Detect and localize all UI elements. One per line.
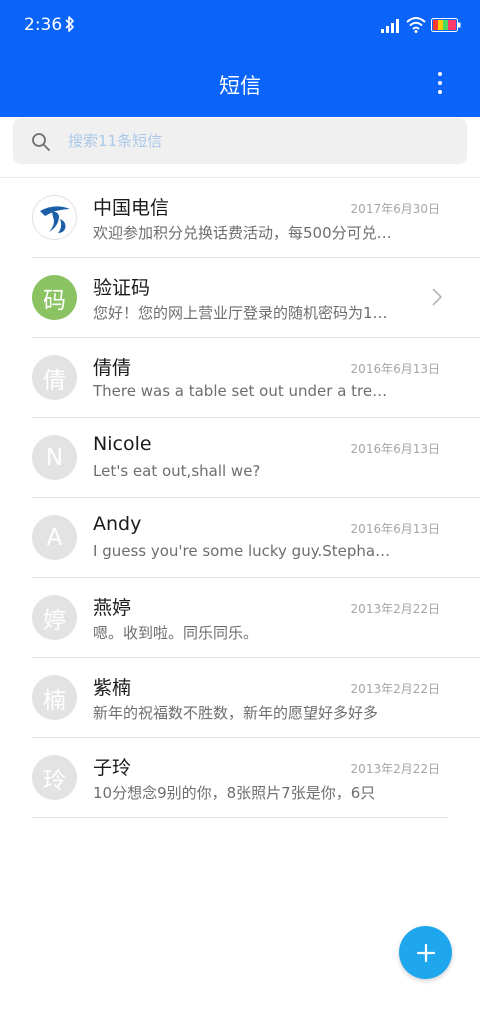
conversation-row[interactable]: A Andy 2016年6月13日 I guess you're some lu… xyxy=(32,498,480,578)
battery-icon xyxy=(431,18,461,32)
status-bar: 2:36 xyxy=(0,0,480,52)
contact-name: Nicole xyxy=(93,433,152,455)
conversation-row[interactable]: 婷 燕婷 2013年2月22日 嗯。收到啦。同乐同乐。 xyxy=(32,578,480,658)
chevron-right-icon xyxy=(432,288,442,306)
more-vertical-icon[interactable] xyxy=(428,70,452,96)
conversation-row[interactable]: N Nicole 2016年6月13日 Let's eat out,shall … xyxy=(32,418,480,498)
contact-name: 验证码 xyxy=(93,277,151,299)
conversation-row[interactable]: 楠 紫楠 2013年2月22日 新年的祝福数不胜数，新年的愿望好多好多 xyxy=(32,658,480,738)
avatar: 婷 xyxy=(32,595,77,640)
message-date: 2016年6月13日 xyxy=(350,442,440,456)
avatar: A xyxy=(32,515,77,560)
message-date: 2016年6月13日 xyxy=(350,522,440,536)
contact-name: 中国电信 xyxy=(93,197,170,219)
new-message-button[interactable] xyxy=(399,926,452,979)
conversation-row[interactable]: 倩 倩倩 2016年6月13日 There was a table set ou… xyxy=(32,338,480,418)
search-box[interactable] xyxy=(13,118,467,164)
bluetooth-icon xyxy=(65,16,74,32)
china-telecom-logo-icon xyxy=(39,205,70,233)
avatar: 码 xyxy=(32,275,77,320)
message-date: 2013年2月22日 xyxy=(350,682,440,696)
conversation-list: 中国电信 2017年6月30日 欢迎参加积分兑换话费活动，每500分可兑换10元… xyxy=(0,177,480,818)
search-bar xyxy=(0,117,480,177)
message-preview: There was a table set out under a tree i… xyxy=(93,382,393,400)
telecom-logo-avatar xyxy=(32,195,77,240)
conversation-row[interactable]: 中国电信 2017年6月30日 欢迎参加积分兑换话费活动，每500分可兑换10元… xyxy=(32,178,480,258)
contact-name: 倩倩 xyxy=(93,357,132,379)
message-preview: 您好！您的网上营业厅登录的随机密码为123456 xyxy=(93,304,393,322)
avatar: 倩 xyxy=(32,355,77,400)
message-preview: 欢迎参加积分兑换话费活动，每500分可兑换10元话费 xyxy=(93,224,393,242)
search-icon xyxy=(32,133,50,151)
avatar: N xyxy=(32,435,77,480)
wifi-icon xyxy=(406,17,426,33)
message-preview: 嗯。收到啦。同乐同乐。 xyxy=(93,624,259,642)
search-input[interactable] xyxy=(68,118,448,164)
contact-name: 子玲 xyxy=(93,757,132,779)
contact-name: Andy xyxy=(93,513,142,535)
message-date: 2013年2月22日 xyxy=(350,762,440,776)
message-preview: 10分想念9别的你，8张照片7张是你，6只 xyxy=(93,784,376,802)
contact-name: 紫楠 xyxy=(93,677,132,699)
contact-name: 燕婷 xyxy=(93,597,132,619)
message-date: 2013年2月22日 xyxy=(350,602,440,616)
app-header: 2:36 短信 xyxy=(0,0,480,117)
conversation-row[interactable]: 玲 子玲 2013年2月22日 10分想念9别的你，8张照片7张是你，6只 xyxy=(32,738,448,818)
message-date: 2017年6月30日 xyxy=(350,202,440,216)
signal-icon xyxy=(381,19,399,33)
message-preview: I guess you're some lucky guy.Stephanie xyxy=(93,542,393,560)
avatar: 玲 xyxy=(32,755,77,800)
plus-icon xyxy=(416,943,435,962)
avatar: 楠 xyxy=(32,675,77,720)
message-preview: 新年的祝福数不胜数，新年的愿望好多好多 xyxy=(93,704,379,722)
message-date: 2016年6月13日 xyxy=(350,362,440,376)
page-title: 短信 xyxy=(219,74,261,98)
conversation-row[interactable]: 码 验证码 您好！您的网上营业厅登录的随机密码为123456 xyxy=(32,258,480,338)
message-preview: Let's eat out,shall we? xyxy=(93,462,261,480)
status-time: 2:36 xyxy=(24,15,63,35)
